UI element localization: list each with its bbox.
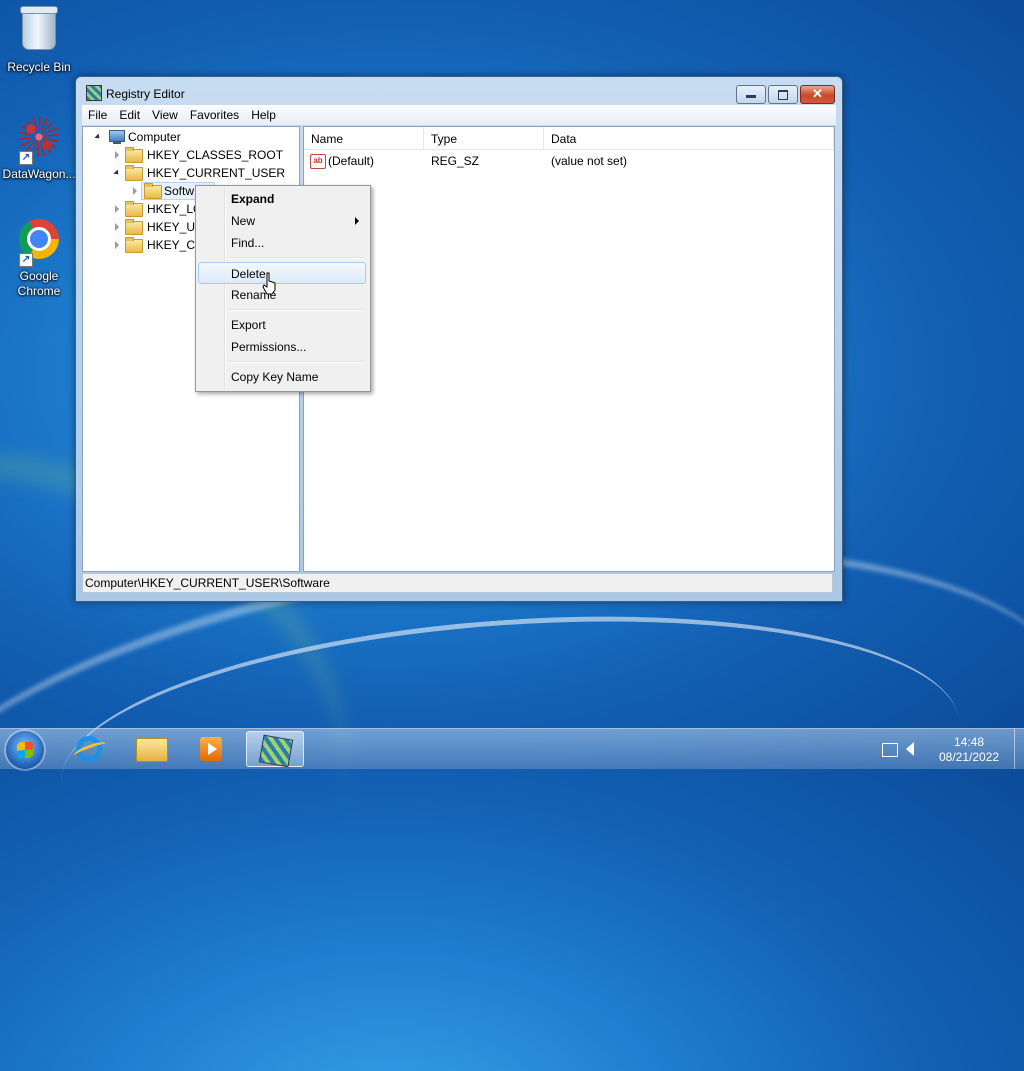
taskbar: 14:48 08/21/2022 [0, 728, 1024, 769]
tree-item-label: HKEY_CURRENT_USER [147, 166, 286, 180]
taskbar-registry-editor[interactable] [246, 731, 304, 768]
value-type: REG_SZ [431, 154, 480, 168]
desktop-icon-recycle-bin[interactable]: Recycle Bin [1, 6, 77, 75]
menu-item-copy-key-name[interactable]: Copy Key Name [198, 366, 366, 388]
desktop-icon-label: Recycle Bin [7, 60, 71, 74]
regedit-icon [258, 734, 294, 768]
column-header-type[interactable]: Type [424, 127, 544, 149]
expand-arrow-icon[interactable] [115, 151, 119, 159]
minimize-icon [746, 95, 756, 98]
menu-item-delete[interactable]: Delete [198, 262, 366, 284]
menu-separator [228, 361, 364, 363]
folder-icon [125, 201, 143, 217]
maximize-icon [778, 90, 788, 100]
collapse-arrow-icon[interactable] [113, 169, 121, 177]
registry-editor-window: Registry Editor ✕ File Edit View Favorites H… [75, 76, 843, 602]
recycle-bin-icon [20, 6, 58, 50]
taskbar-media-player[interactable] [182, 731, 240, 767]
taskbar-windows-explorer[interactable] [122, 731, 180, 767]
menu-item-expand[interactable]: Expand [198, 188, 366, 210]
tree-item-label: HKEY_CLASSES_ROOT [147, 148, 284, 162]
windows-logo-icon [17, 741, 33, 759]
menu-item-export[interactable]: Export [198, 314, 366, 336]
expand-arrow-icon[interactable] [115, 223, 119, 231]
clock-time: 14:48 [953, 735, 985, 749]
menu-separator [228, 309, 364, 311]
menu-item-permissions[interactable]: Permissions... [198, 336, 366, 358]
close-icon: ✕ [812, 86, 823, 101]
desktop-icon-label: DataWagon... [2, 167, 76, 181]
menu-bar: File Edit View Favorites Help [82, 105, 836, 125]
value-data: (value not set) [551, 154, 628, 168]
list-header: Name Type Data [304, 127, 834, 150]
folder-icon [125, 237, 143, 253]
window-title: Registry Editor [106, 87, 185, 101]
regedit-app-icon [86, 85, 102, 101]
show-desktop-button[interactable] [1014, 729, 1024, 769]
collapse-arrow-icon[interactable] [94, 133, 102, 141]
values-list-pane[interactable]: Name Type Data ab (Default) REG_SZ (valu… [303, 126, 835, 572]
network-icon[interactable] [882, 743, 898, 757]
column-header-data[interactable]: Data [544, 127, 834, 149]
menu-view[interactable]: View [146, 105, 184, 125]
folder-icon [144, 183, 162, 199]
minimize-button[interactable] [736, 85, 766, 104]
folder-icon [136, 738, 168, 762]
folder-icon [125, 219, 143, 235]
menu-file[interactable]: File [82, 105, 113, 125]
expand-arrow-icon[interactable] [133, 187, 137, 195]
column-header-name[interactable]: Name [304, 127, 424, 149]
internet-explorer-icon [76, 736, 102, 762]
expand-arrow-icon[interactable] [115, 205, 119, 213]
start-button[interactable] [6, 731, 44, 769]
menu-item-find[interactable]: Find... [198, 232, 366, 254]
title-bar[interactable]: Registry Editor ✕ [76, 77, 842, 105]
value-name: (Default) [328, 154, 375, 168]
submenu-arrow-icon [355, 217, 359, 225]
tree-item-label: Computer [128, 130, 181, 144]
menu-item-rename[interactable]: Rename [198, 284, 366, 306]
menu-item-new[interactable]: New [198, 210, 366, 232]
clock[interactable]: 14:48 08/21/2022 [930, 735, 1008, 765]
media-player-icon [200, 737, 222, 761]
status-bar: Computer\HKEY_CURRENT_USER\Software [82, 573, 833, 593]
menu-edit[interactable]: Edit [113, 105, 146, 125]
folder-icon [125, 147, 143, 163]
desktop-icon-label: Google Chrome [17, 269, 61, 298]
maximize-button[interactable] [768, 85, 798, 104]
desktop-icon-google-chrome[interactable]: ↗ Google Chrome [1, 215, 77, 299]
menu-separator [228, 257, 364, 259]
shortcut-arrow-icon: ↗ [19, 253, 33, 267]
context-menu: Expand New Find... Delete Rename Export … [195, 185, 371, 392]
expand-arrow-icon[interactable] [115, 241, 119, 249]
desktop-icon-datawagon[interactable]: ↗ DataWagon... [1, 113, 77, 182]
taskbar-internet-explorer[interactable] [60, 731, 118, 767]
tree-item-label: Softw [164, 184, 195, 198]
menu-help[interactable]: Help [245, 105, 282, 125]
close-button[interactable]: ✕ [800, 85, 835, 104]
shortcut-arrow-icon: ↗ [19, 151, 33, 165]
computer-icon [109, 130, 125, 144]
ab-string-icon: ab [310, 154, 326, 169]
volume-icon[interactable] [906, 742, 914, 756]
menu-favorites[interactable]: Favorites [184, 105, 245, 125]
folder-open-icon [125, 165, 143, 181]
clock-date: 08/21/2022 [938, 750, 1000, 764]
